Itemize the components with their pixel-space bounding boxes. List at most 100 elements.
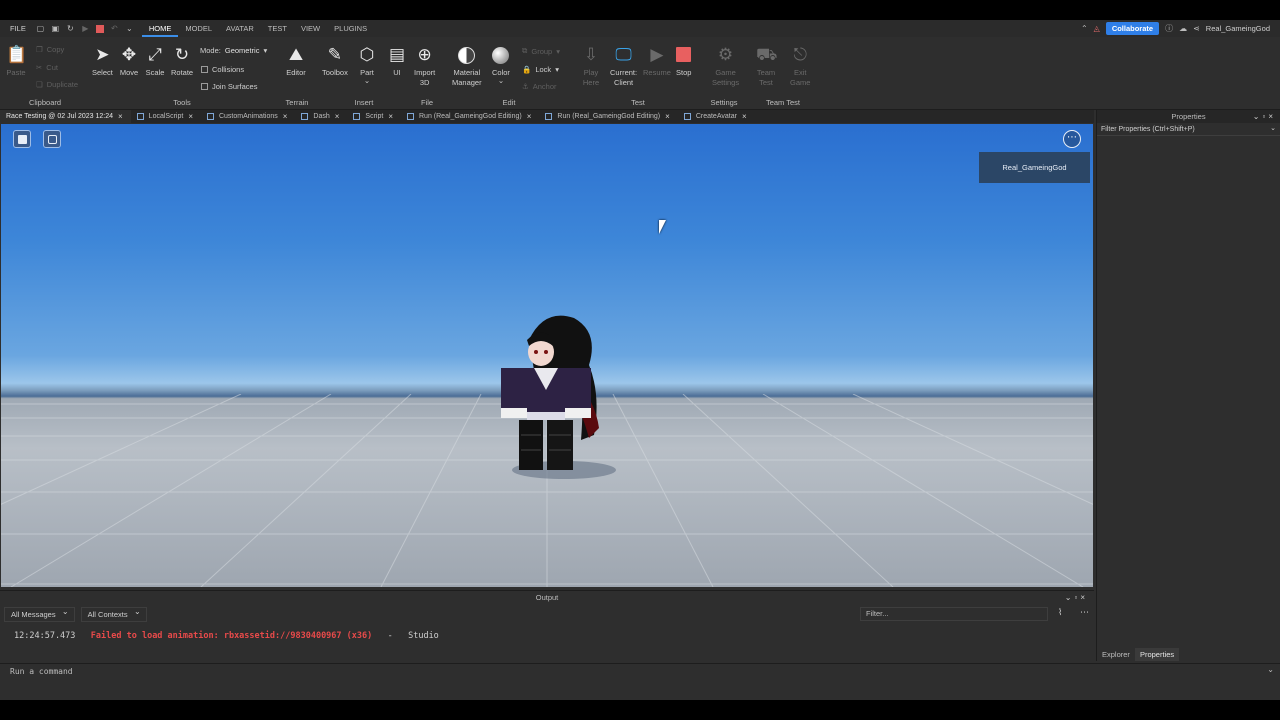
save-icon[interactable]: ▣ <box>51 24 60 33</box>
properties-title: Properties <box>1171 112 1206 121</box>
collisions-toggle[interactable]: Collisions <box>201 65 244 74</box>
collisions-label: Collisions <box>212 65 245 74</box>
customize-icon[interactable]: ⌄ <box>125 24 134 33</box>
copy-button[interactable]: ❐ Copy <box>36 45 64 54</box>
close-icon[interactable]: × <box>388 112 393 121</box>
color-button[interactable]: Color ⌄ <box>492 45 510 84</box>
tab-view[interactable]: VIEW <box>294 20 327 37</box>
log-error-message[interactable]: Failed to load animation: rbxassetid://9… <box>91 631 372 641</box>
play-here-button[interactable]: ⇩ Play Here <box>581 45 601 88</box>
tab-model[interactable]: MODEL <box>178 20 219 37</box>
doctab-localscript[interactable]: LocalScript × <box>131 110 201 123</box>
properties-filter-input[interactable]: Filter Properties (Ctrl+Shift+P) <box>1097 122 1280 136</box>
lock-button[interactable]: 🔒 Lock ▾ <box>522 65 559 74</box>
output-filter-input[interactable]: Filter... <box>860 607 1048 621</box>
material-label: Material <box>453 68 481 77</box>
player-avatar[interactable] <box>489 310 619 490</box>
messages-filter-dropdown[interactable]: All Messages <box>4 606 75 622</box>
play-icon[interactable]: ▶ <box>81 24 90 33</box>
ui-button[interactable]: ▤ UI <box>387 45 407 78</box>
group-button[interactable]: ⧉ Group ▾ <box>522 46 560 56</box>
paste-button[interactable]: 📋 Paste <box>6 45 27 78</box>
close-icon[interactable]: × <box>665 112 670 121</box>
tab-avatar[interactable]: AVATAR <box>219 20 261 37</box>
new-file-icon[interactable]: ▢ <box>36 24 45 33</box>
doctab-createavatar[interactable]: CreateAvatar × <box>678 110 755 123</box>
tab-test[interactable]: TEST <box>261 20 294 37</box>
file-menu[interactable]: FILE <box>0 24 36 33</box>
contexts-filter-dropdown[interactable]: All Contexts <box>80 606 147 622</box>
terrain-editor-button[interactable]: ⛰ Editor <box>286 45 306 78</box>
resume-button[interactable]: ▶ Resume <box>643 45 671 78</box>
select-button[interactable]: ➤ Select <box>92 45 113 78</box>
group-settings: ⚙ Game Settings Settings <box>704 37 744 110</box>
collisions-checkbox[interactable] <box>201 66 208 73</box>
clear-output-icon[interactable]: ⌇ <box>1058 607 1062 618</box>
output-window-controls[interactable]: ⌄▫× <box>1065 591 1088 605</box>
duplicate-label: Duplicate <box>46 80 79 89</box>
doctab-place[interactable]: Race Testing @ 02 Jul 2023 12:24 × <box>0 110 131 123</box>
group-tools: ➤ Select ✥ Move ⤢ Scale ↻ Rotate Mode: G… <box>90 37 274 110</box>
log-timestamp: 12:24:57.473 <box>14 631 76 641</box>
team-test-button[interactable]: ⛟ Team Test <box>756 45 777 88</box>
tab-properties[interactable]: Properties <box>1134 648 1180 661</box>
close-icon[interactable]: × <box>742 112 747 121</box>
anchor-button[interactable]: ⚓ Anchor <box>522 82 557 91</box>
script-icon <box>683 113 691 120</box>
rotate-button[interactable]: ↻ Rotate <box>171 45 193 78</box>
tab-plugins[interactable]: PLUGINS <box>327 20 374 37</box>
stop-icon[interactable] <box>95 24 104 33</box>
undo-icon[interactable]: ↶ <box>110 24 119 33</box>
join-surfaces-toggle[interactable]: Join Surfaces <box>201 82 257 91</box>
redo-icon[interactable]: ↻ <box>66 24 75 33</box>
username[interactable]: Real_GameingGod <box>1206 24 1270 33</box>
toolbox-button[interactable]: ✎ Toolbox <box>322 45 348 78</box>
stop-button[interactable]: Stop <box>676 45 691 78</box>
close-icon[interactable]: × <box>188 112 193 121</box>
game-viewport[interactable]: ⋯ Real_GameingGod <box>1 124 1093 587</box>
mode-dropdown[interactable]: Mode: Geometric ▾ <box>200 46 267 55</box>
anchor-label: Anchor <box>532 82 557 91</box>
chat-button[interactable] <box>43 130 61 148</box>
import-label: Import <box>414 68 436 77</box>
cut-button[interactable]: ✂ Cut <box>36 63 58 72</box>
chat-icon <box>48 135 57 144</box>
join-surfaces-checkbox[interactable] <box>201 83 208 90</box>
group-icon: ⧉ <box>522 46 528 55</box>
duplicate-button[interactable]: ❏ Duplicate <box>36 80 78 89</box>
collapse-ribbon-icon[interactable]: ⌃ <box>1081 24 1088 33</box>
material-manager-button[interactable]: Material Manager <box>452 45 482 88</box>
tab-home[interactable]: HOME <box>141 20 179 37</box>
close-icon[interactable]: × <box>283 112 288 121</box>
output-more-icon[interactable]: ⋯ <box>1080 607 1089 618</box>
notification-icon[interactable]: ◬ <box>1094 24 1100 33</box>
roblox-logo-icon <box>18 135 27 144</box>
player-list-entry[interactable]: Real_GameingGod <box>979 152 1090 183</box>
tab-explorer[interactable]: Explorer <box>1097 648 1135 661</box>
doctab-dash[interactable]: Dash × <box>295 110 347 123</box>
doctab-customanimations[interactable]: CustomAnimations × <box>201 110 295 123</box>
close-icon[interactable]: × <box>527 112 532 121</box>
doctab-run-1[interactable]: Run (Real_GameingGod Editing) × <box>401 110 539 123</box>
scale-button[interactable]: ⤢ Scale <box>145 45 165 78</box>
command-bar-input[interactable]: Run a command <box>0 662 1280 678</box>
roblox-menu-button[interactable] <box>13 130 31 148</box>
current-client-button[interactable]: 🖵 Current: Client <box>610 45 637 88</box>
help-icon[interactable]: ⓘ <box>1165 23 1173 34</box>
doctab-run-2[interactable]: Run (Real_GameingGod Editing) × <box>539 110 677 123</box>
collaborate-button[interactable]: Collaborate <box>1105 22 1160 35</box>
cloud-icon[interactable]: ☁ <box>1179 24 1187 33</box>
doctab-label: CustomAnimations <box>218 113 278 120</box>
share-icon[interactable]: ⋖ <box>1193 24 1200 33</box>
game-settings-button[interactable]: ⚙ Game Settings <box>712 45 739 88</box>
move-button[interactable]: ✥ Move <box>119 45 139 78</box>
part-button[interactable]: ⬡ Part ⌄ <box>357 45 377 84</box>
clipboard-group-label: Clipboard <box>28 98 62 107</box>
import-3d-button[interactable]: ⊕ Import 3D <box>414 45 435 88</box>
exit-game-button[interactable]: ⎋ Exit Game <box>790 45 810 88</box>
doctab-script[interactable]: Script × <box>347 110 401 123</box>
close-icon[interactable]: × <box>118 112 123 121</box>
script-icon <box>301 113 309 120</box>
close-icon[interactable]: × <box>335 112 340 121</box>
more-options-button[interactable]: ⋯ <box>1063 130 1081 148</box>
